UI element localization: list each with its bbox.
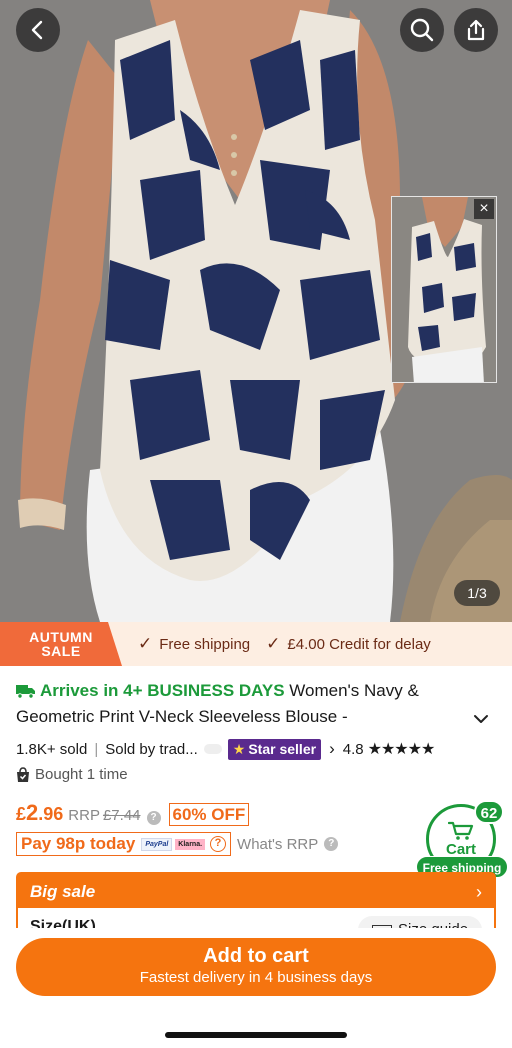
floating-cart-button[interactable]: Cart 62 Free shipping [416, 800, 512, 880]
delay-credit-promo: ✓ £4.00 Credit for delay [266, 634, 431, 654]
home-indicator[interactable] [165, 1032, 347, 1038]
product-title-line2: Geometric Print V-Neck Sleeveless Blouse… [16, 704, 486, 730]
chevron-left-icon [31, 20, 43, 40]
paypal-logo: PayPal [141, 837, 173, 851]
price-currency: £ [16, 804, 27, 824]
pay-today-label: Pay 98p today [21, 834, 136, 853]
cart-icon [448, 821, 474, 840]
search-icon [410, 18, 434, 42]
sold-count: 1.8K+ sold [16, 740, 88, 758]
seller-logo [203, 744, 222, 754]
whats-rrp-label: What's RRP [237, 835, 319, 853]
rrp-label: RRP [68, 807, 100, 824]
product-title-line1: Arrives in 4+ BUSINESS DAYS Women's Navy… [16, 678, 486, 704]
price-row: £2.96 RRP £7.44 ? 60% OFF [16, 800, 250, 826]
cart-label: Cart [445, 841, 476, 858]
share-icon [467, 19, 485, 41]
autumn-sale-tag: AUTUMN SALE [0, 622, 122, 666]
floating-video-thumbnail[interactable]: × [391, 196, 497, 383]
discount-badge: 60% OFF [168, 803, 250, 826]
delay-credit-label: £4.00 Credit for delay [287, 635, 431, 653]
question-icon[interactable]: ? [146, 811, 161, 825]
pay-today-box[interactable]: Pay 98p today PayPal Klarna. ? [16, 832, 232, 856]
autumn-sale-line2: SALE [41, 643, 81, 659]
add-to-cart-subtitle: Fastest delivery in 4 business days [139, 969, 373, 986]
search-button[interactable] [400, 8, 444, 52]
promo-strip: AUTUMN SALE ✓ Free shipping ✓ £4.00 Cred… [0, 622, 512, 666]
question-icon: ? [324, 837, 339, 851]
separator: | [94, 740, 99, 758]
chevron-right-icon[interactable]: › [329, 739, 335, 759]
rrp-value: £7.44 [102, 807, 141, 824]
star-seller-label: Star seller [248, 741, 317, 757]
chevron-down-icon[interactable] [472, 710, 490, 728]
cart-count-badge: 62 [474, 800, 504, 824]
shopping-bag-icon [17, 766, 29, 782]
image-counter: 1/3 [454, 580, 500, 606]
product-image[interactable]: × 1/3 [0, 0, 512, 622]
thumbnail-close-button[interactable]: × [474, 199, 494, 219]
star-icon: ★ [232, 740, 246, 757]
current-price: £2.96 [16, 800, 63, 826]
thumbnail-photo [392, 197, 496, 382]
arrival-estimate: Arrives in 4+ BUSINESS DAYS [40, 681, 285, 700]
bought-label: Bought 1 time [35, 766, 128, 783]
check-icon: ✓ [266, 634, 281, 653]
pay-today-row: Pay 98p today PayPal Klarna. ? What's RR… [16, 832, 339, 856]
product-title-part1: Women's Navy & [289, 681, 419, 700]
big-sale-header[interactable]: Big sale › [16, 872, 496, 912]
seller-meta-row: 1.8K+ sold | Sold by trad... ★ Star sell… [16, 736, 500, 762]
check-icon: ✓ [138, 634, 153, 653]
rating-value: 4.8 [342, 740, 364, 758]
free-shipping-label: Free shipping [159, 635, 251, 653]
price-fraction: .96 [38, 804, 64, 824]
chevron-right-icon: › [476, 881, 482, 902]
share-button[interactable] [454, 8, 498, 52]
bottom-action-bar: Add to cart Fastest delivery in 4 busine… [0, 928, 512, 1048]
star-seller-badge[interactable]: ★ Star seller [227, 738, 322, 760]
product-title-part2: Geometric Print V-Neck Sleeveless Blouse… [16, 707, 348, 726]
whats-rrp-link[interactable]: What's RRP ? [237, 835, 339, 853]
price-whole: 2 [26, 800, 39, 825]
big-sale-title: Big sale [30, 882, 96, 901]
klarna-logo: Klarna. [175, 838, 206, 850]
autumn-sale-line1: AUTUMN [29, 629, 93, 645]
back-button[interactable] [16, 8, 60, 52]
rating-stars[interactable]: ★★★★★ [368, 739, 436, 759]
bought-count: Bought 1 time [16, 766, 128, 783]
sold-by[interactable]: Sold by trad... [105, 741, 198, 758]
free-shipping-promo: ✓ Free shipping [138, 634, 250, 654]
add-to-cart-button[interactable]: Add to cart Fastest delivery in 4 busine… [16, 938, 496, 996]
truck-icon [16, 685, 35, 699]
question-icon: ? [210, 836, 227, 852]
add-to-cart-label: Add to cart [203, 945, 309, 967]
